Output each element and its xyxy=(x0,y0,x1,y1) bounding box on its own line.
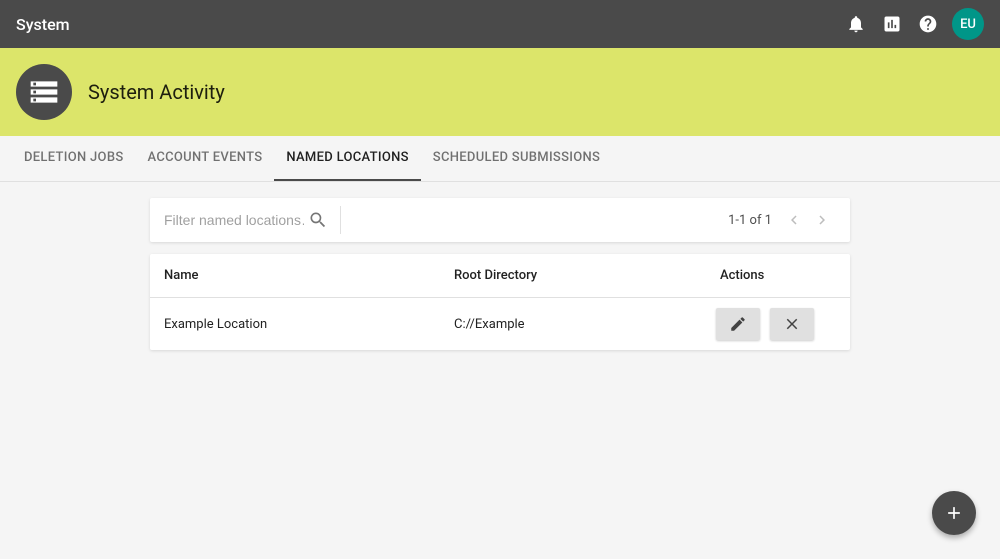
stats-icon[interactable] xyxy=(874,6,910,42)
page-title: System Activity xyxy=(88,80,225,104)
add-button[interactable] xyxy=(932,491,976,535)
delete-button[interactable] xyxy=(770,308,814,340)
table-row: Example Location C://Example xyxy=(150,298,850,350)
table-header: Name Root Directory Actions xyxy=(150,254,850,298)
plus-icon xyxy=(944,503,964,523)
header-name: Name xyxy=(164,268,454,283)
pagination-text: 1-1 of 1 xyxy=(728,213,772,228)
page-hero: System Activity xyxy=(0,48,1000,136)
edit-button[interactable] xyxy=(716,308,760,340)
user-avatar[interactable]: EU xyxy=(952,8,984,40)
close-icon xyxy=(783,315,801,333)
pencil-icon xyxy=(729,315,747,333)
search-icon[interactable] xyxy=(308,210,328,230)
row-root: C://Example xyxy=(454,317,716,332)
notifications-icon[interactable] xyxy=(838,6,874,42)
header-actions: Actions xyxy=(716,268,836,283)
help-icon[interactable] xyxy=(910,6,946,42)
topbar: System EU xyxy=(0,0,1000,48)
tab-named-locations[interactable]: NAMED LOCATIONS xyxy=(274,136,420,181)
tab-account-events[interactable]: ACCOUNT EVENTS xyxy=(136,136,275,181)
app-title: System xyxy=(16,15,70,34)
tab-scheduled-submissions[interactable]: SCHEDULED SUBMISSIONS xyxy=(421,136,612,181)
locations-table: Name Root Directory Actions Example Loca… xyxy=(150,254,850,350)
storage-icon xyxy=(16,64,72,120)
divider xyxy=(340,206,341,234)
pagination: 1-1 of 1 xyxy=(728,206,836,234)
filter-input[interactable] xyxy=(164,212,304,228)
chevron-right-icon xyxy=(813,211,831,229)
chevron-left-icon xyxy=(785,211,803,229)
row-name: Example Location xyxy=(164,317,454,332)
tabs: DELETION JOBS ACCOUNT EVENTS NAMED LOCAT… xyxy=(0,136,1000,182)
next-page-button[interactable] xyxy=(808,206,836,234)
prev-page-button[interactable] xyxy=(780,206,808,234)
header-root: Root Directory xyxy=(454,268,716,283)
tab-deletion-jobs[interactable]: DELETION JOBS xyxy=(12,136,136,181)
filter-bar: 1-1 of 1 xyxy=(150,198,850,242)
